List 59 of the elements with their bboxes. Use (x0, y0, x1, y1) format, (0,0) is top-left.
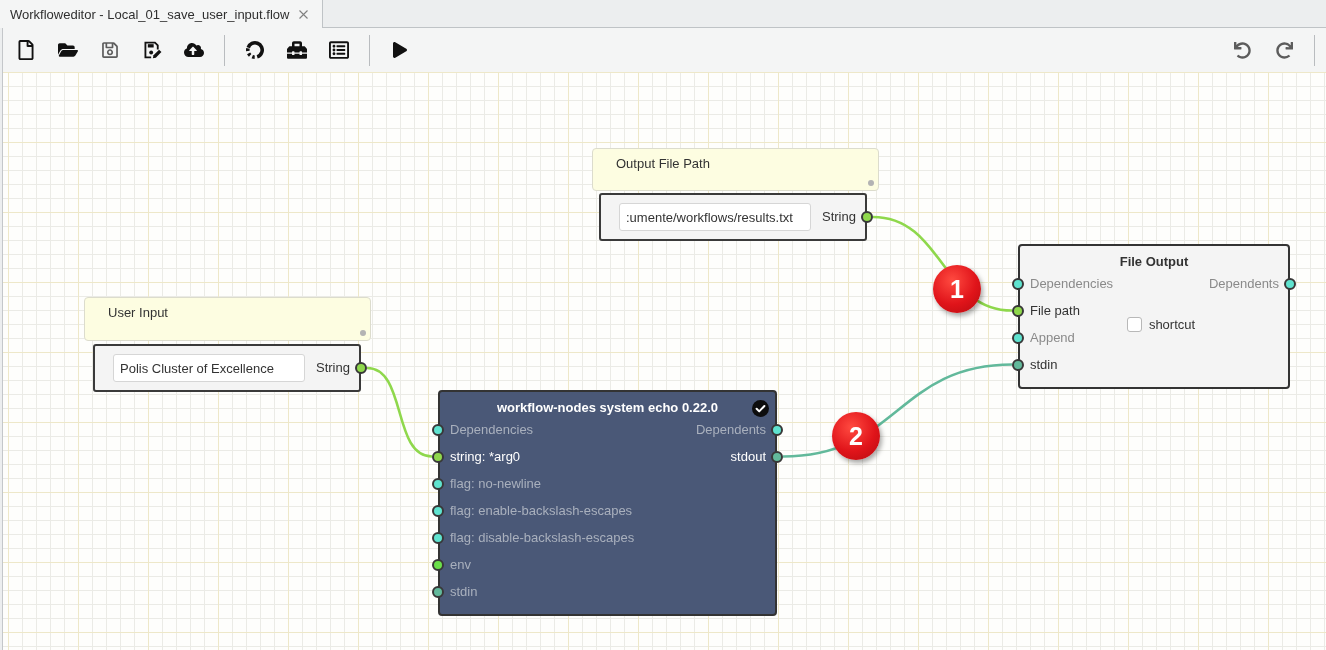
resize-dot-icon[interactable] (360, 330, 366, 336)
play-icon (392, 42, 408, 58)
note-text: User Input (108, 305, 168, 320)
port-icon[interactable] (1012, 331, 1024, 344)
workflow-canvas[interactable] (3, 72, 1326, 650)
port-label: env (450, 556, 471, 573)
checkbox-label: shortcut (1148, 316, 1196, 332)
text-field[interactable]: Polis Cluster of Excellence (113, 354, 305, 382)
node-card[interactable]: workflow-nodes system echo 0.22.0 Dependencies string: *arg0 flag: no-newline flag: enable-backslash-escapes flag: disable-backslash-escapes env stdin Dependents stdout (438, 390, 777, 616)
port-label: string: *arg0 (450, 448, 521, 465)
folder-icon (58, 40, 78, 60)
port-label: flag: no-newline (450, 475, 542, 492)
close-icon[interactable] (299, 9, 309, 19)
port-label: Dependencies (450, 421, 534, 438)
port-icon[interactable] (432, 477, 444, 490)
note-text: Output File Path (616, 156, 710, 171)
port-label: stdin (1030, 356, 1058, 373)
undo-icon (1233, 41, 1251, 59)
port-label: stdin (450, 583, 478, 600)
port-icon[interactable] (1012, 277, 1024, 290)
text-field[interactable]: :umente/workflows/results.txt (619, 203, 811, 231)
port-icon[interactable] (432, 531, 444, 544)
toolbox-icon (287, 40, 307, 60)
file-icon (16, 40, 36, 60)
port-label: flag: disable-backslash-escapes (450, 529, 635, 546)
resize-dot-icon[interactable] (868, 180, 874, 186)
step-marker: 2 (832, 412, 880, 460)
port-icon[interactable] (432, 450, 444, 463)
port-label: stdout (730, 448, 766, 465)
check-circle-icon (752, 400, 769, 417)
input-node[interactable]: :umente/workflows/results.txt String (599, 193, 867, 241)
note-card[interactable]: User Input (84, 297, 371, 341)
port-label: Append (1030, 329, 1075, 346)
note-card[interactable]: Output File Path (592, 148, 879, 191)
cloud-upload-icon (184, 40, 204, 60)
editor-tab[interactable]: Workfloweditor - Local_01_save_user_input.flow (0, 0, 324, 28)
redo-icon (1275, 41, 1293, 59)
floppy-pencil-icon (142, 40, 162, 60)
node-title: File Output (1119, 254, 1189, 270)
port-icon[interactable] (432, 504, 444, 517)
port-label: Dependents (1208, 275, 1279, 292)
checkbox[interactable] (1126, 316, 1142, 332)
input-node[interactable]: Polis Cluster of Excellence String (93, 344, 361, 392)
port-label: Dependencies (1030, 275, 1114, 292)
step-marker: 1 (933, 265, 981, 313)
port-label: flag: enable-backslash-escapes (450, 502, 633, 519)
port-icon[interactable] (432, 423, 444, 436)
port-label: File path (1030, 302, 1080, 319)
port-icon[interactable] (432, 558, 444, 571)
node-card[interactable]: File Output Dependencies File path Append stdin shortcut Dependents (1018, 244, 1290, 389)
list-icon (329, 40, 349, 60)
port-icon[interactable] (1012, 358, 1024, 371)
port-icon[interactable] (1012, 304, 1024, 317)
ring-icon (245, 40, 265, 60)
port-label: Dependents (695, 421, 766, 438)
port-icon[interactable] (432, 585, 444, 598)
node-title: workflow-nodes system echo 0.22.0 (496, 400, 719, 416)
port-label: String (822, 209, 856, 225)
port-label: String (316, 360, 350, 376)
